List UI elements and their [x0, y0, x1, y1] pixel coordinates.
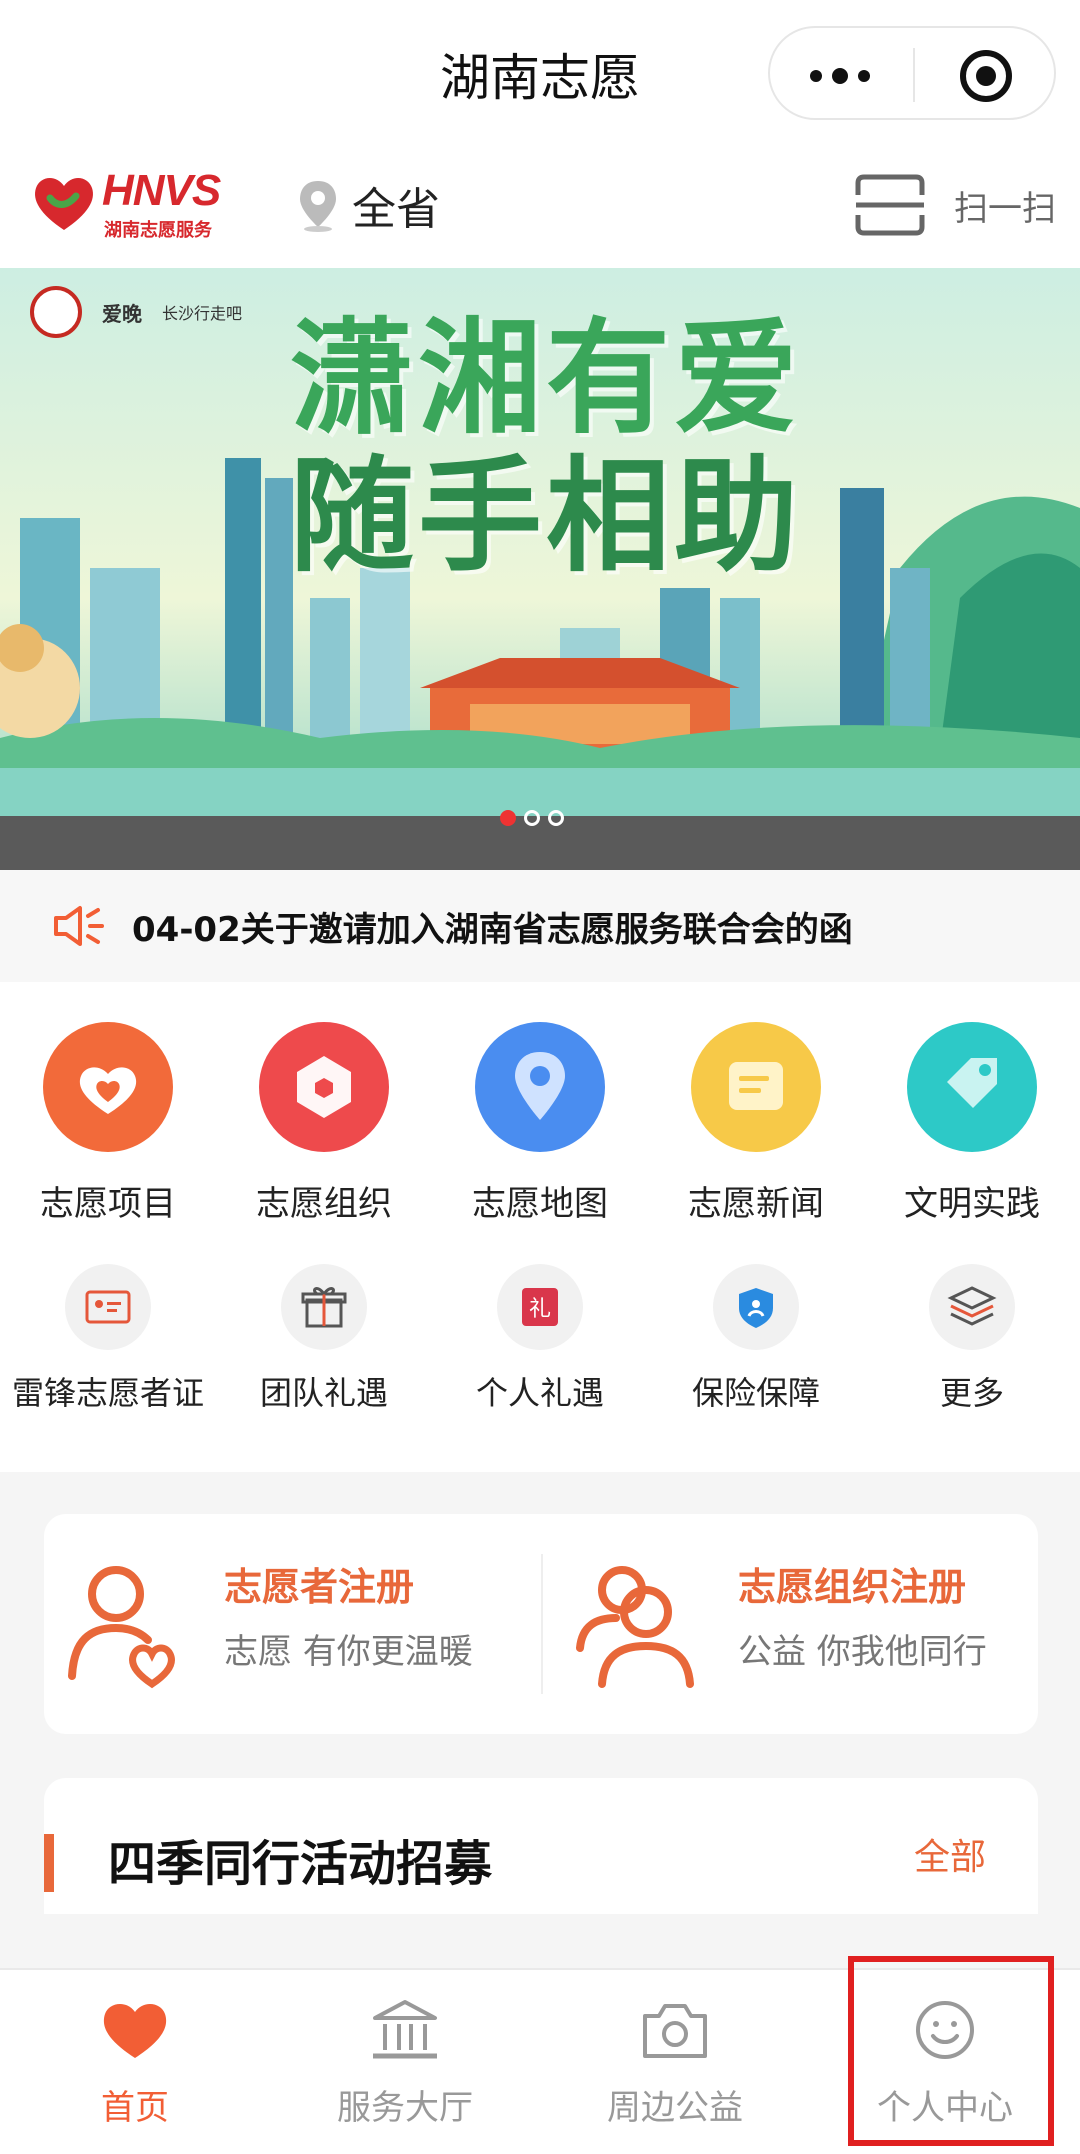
section-header: 四季同行活动招募 全部 [44, 1778, 1038, 1914]
notice-text: 04-02关于邀请加入湖南省志愿服务联合会的函 [132, 909, 853, 950]
menu-item-label: 文明实践 [904, 1184, 1040, 1224]
quick-menu: 志愿项目 志愿组织 志愿地图 志愿新闻 文明实践 雷锋志愿者证 团队礼遇 礼 个… [0, 982, 1080, 1472]
menu-item-volunteer-news[interactable]: 志愿新闻 [648, 1022, 864, 1225]
hnvs-logo: HNVS 湖南志愿服务 [30, 166, 230, 242]
title-bar: 湖南志愿 [0, 0, 1080, 140]
tab-label: 周边公益 [607, 2088, 743, 2128]
tag-icon [907, 1022, 1037, 1152]
slogan-line-1: 潇湘有爱 [290, 306, 803, 451]
menu-item-more[interactable]: 更多 [864, 1264, 1080, 1414]
menu-item-label: 保险保障 [691, 1374, 820, 1412]
menu-item-leifeng-card[interactable]: 雷锋志愿者证 [0, 1264, 216, 1414]
volunteer-heart-icon [68, 1566, 175, 1689]
organization-register-title: 志愿组织注册 [738, 1565, 967, 1609]
menu-item-label: 雷锋志愿者证 [11, 1374, 204, 1412]
section-title: 四季同行活动招募 [108, 1836, 493, 1892]
menu-item-team-benefits[interactable]: 团队礼遇 [216, 1264, 432, 1414]
li-badge-icon: 礼 [497, 1264, 583, 1350]
highlight-box [848, 1956, 1054, 2146]
building-icon [373, 2000, 437, 2059]
partner-logo-2: 爱晚 [102, 301, 142, 326]
menu-item-insurance[interactable]: 保险保障 [648, 1264, 864, 1414]
scan-label: 扫一扫 [954, 188, 1056, 229]
news-icon [691, 1022, 821, 1152]
banner-slogan: 潇湘有爱 随手相助 [290, 310, 802, 586]
tab-label: 服务大厅 [337, 2088, 473, 2128]
map-pin-icon [475, 1022, 605, 1152]
more-options-icon[interactable] [810, 58, 890, 92]
layers-icon [929, 1264, 1015, 1350]
capsule-divider [913, 48, 915, 102]
register-card: 志愿者注册 志愿 有你更温暖 志愿组织注册 公益 你我他同行 [44, 1514, 1038, 1734]
banner-carousel[interactable]: 爱晚 长沙行走吧 潇湘有爱 随手相助 [0, 268, 1080, 870]
menu-item-label: 志愿项目 [40, 1184, 176, 1224]
organization-register-subtitle: 公益 你我他同行 [738, 1632, 987, 1672]
volunteer-register-title: 志愿者注册 [224, 1565, 415, 1609]
speaker-icon [54, 906, 104, 946]
location-pin-icon [300, 181, 336, 232]
header-row: HNVS 湖南志愿服务 全省 扫一扫 [0, 140, 1080, 268]
tab-home[interactable]: 首页 [0, 1982, 270, 2142]
carousel-dot-2[interactable] [524, 810, 540, 826]
partner-logo-1-icon [30, 286, 82, 338]
notice-bar[interactable]: 04-02关于邀请加入湖南省志愿服务联合会的函 [0, 870, 1080, 982]
hexagon-icon [259, 1022, 389, 1152]
tab-label: 首页 [101, 2088, 169, 2128]
register-divider [541, 1554, 543, 1694]
heart-icon [43, 1022, 173, 1152]
menu-item-label: 志愿地图 [472, 1184, 608, 1224]
organization-register-button[interactable]: 志愿组织注册 公益 你我他同行 [574, 1556, 1024, 1696]
volunteer-register-subtitle: 志愿 有你更温暖 [224, 1632, 473, 1672]
logo-subtitle: 湖南志愿服务 [104, 220, 212, 241]
carousel-dot-3[interactable] [548, 810, 564, 826]
section-view-all-link[interactable]: 全部 [914, 1828, 986, 1880]
shield-icon [713, 1264, 799, 1350]
banner-partners: 爱晚 长沙行走吧 [30, 286, 242, 338]
group-icon [576, 1566, 694, 1688]
menu-item-label: 志愿组织 [256, 1184, 392, 1224]
slogan-line-2: 随手相助 [290, 444, 803, 589]
logo-brand-text: HNVS [102, 166, 221, 215]
menu-capsule [768, 26, 1056, 120]
tab-nearby-charity[interactable]: 周边公益 [540, 1982, 810, 2142]
tab-service-hall[interactable]: 服务大厅 [270, 1982, 540, 2142]
menu-item-label: 志愿新闻 [688, 1184, 824, 1224]
scan-button[interactable]: 扫一扫 [854, 170, 1056, 240]
id-card-icon [65, 1264, 151, 1350]
heart-icon [103, 2003, 167, 2058]
section-accent-bar [44, 1834, 54, 1892]
menu-item-label: 个人礼遇 [475, 1374, 604, 1412]
carousel-indicator [500, 810, 564, 826]
menu-item-civilization-practice[interactable]: 文明实践 [864, 1022, 1080, 1225]
menu-item-volunteer-map[interactable]: 志愿地图 [432, 1022, 648, 1225]
partner-logo-3: 长沙行走吧 [162, 304, 243, 323]
scan-icon [855, 174, 925, 236]
svg-text:礼: 礼 [529, 1297, 551, 1322]
location-label: 全省 [352, 184, 440, 235]
volunteer-register-button[interactable]: 志愿者注册 志愿 有你更温暖 [60, 1556, 530, 1696]
camera-icon [643, 2004, 707, 2058]
logo-heart-icon [35, 177, 93, 230]
menu-item-label: 团队礼遇 [259, 1374, 388, 1412]
close-target-icon[interactable] [960, 50, 1012, 102]
gift-icon [281, 1264, 367, 1350]
menu-item-label: 更多 [939, 1374, 1004, 1412]
carousel-dot-1[interactable] [500, 810, 516, 826]
menu-item-volunteer-projects[interactable]: 志愿项目 [0, 1022, 216, 1225]
menu-item-personal-benefits[interactable]: 礼 个人礼遇 [432, 1264, 648, 1414]
location-selector[interactable]: 全省 [296, 170, 440, 240]
menu-item-volunteer-orgs[interactable]: 志愿组织 [216, 1022, 432, 1225]
